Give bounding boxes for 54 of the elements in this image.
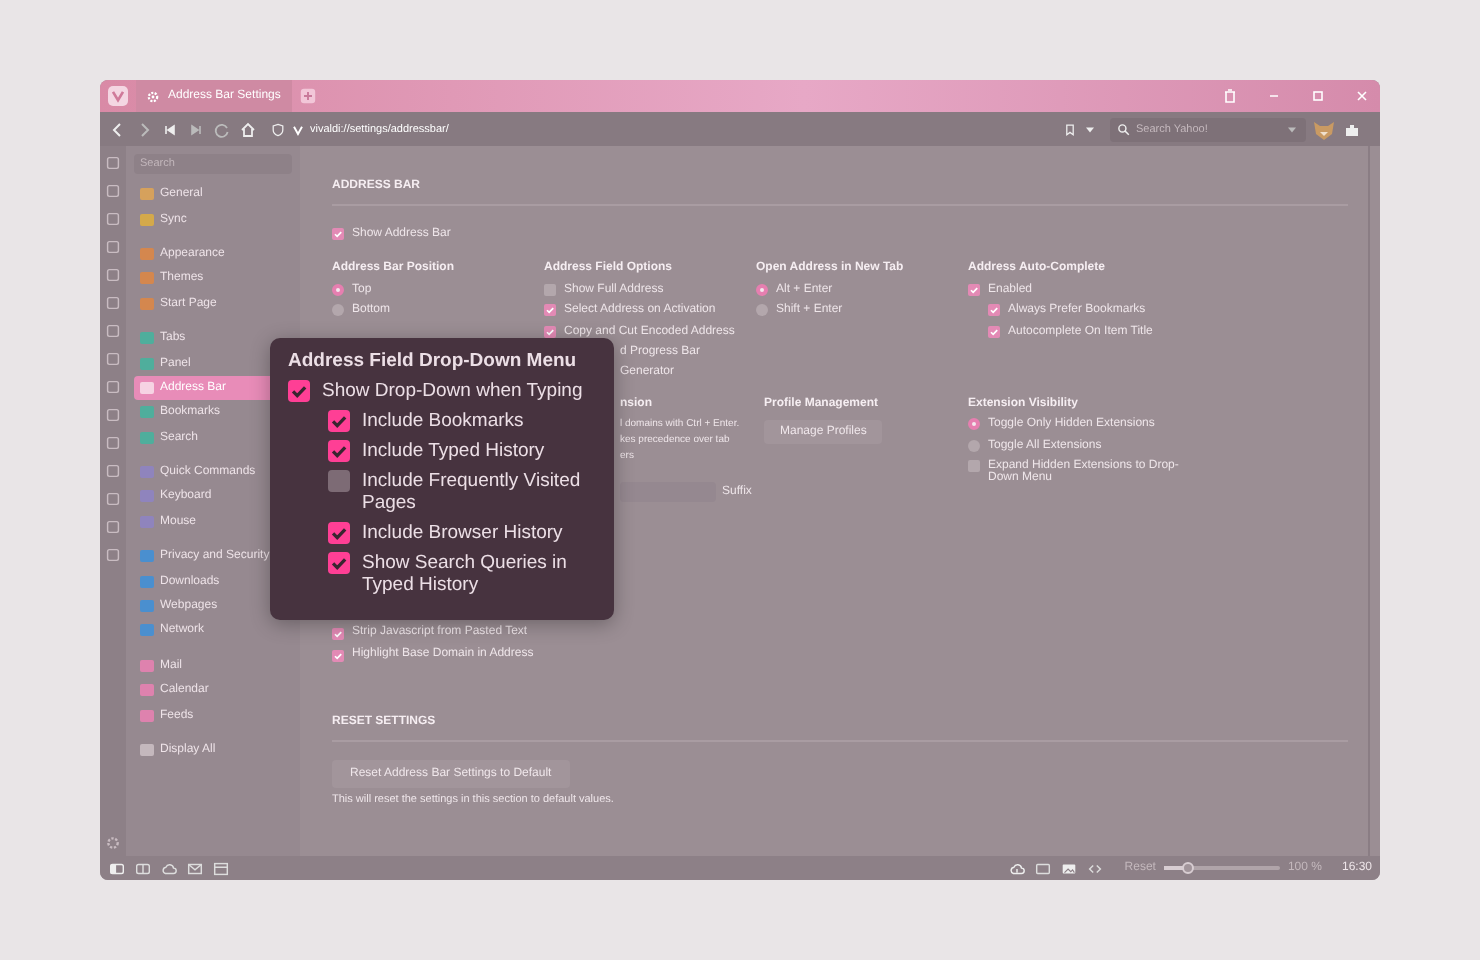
radio-button[interactable] xyxy=(332,283,344,296)
option-label: Include Browser History xyxy=(362,522,563,544)
checkbox[interactable] xyxy=(544,304,556,317)
checkbox[interactable] xyxy=(988,304,1000,317)
cloud-icon[interactable] xyxy=(160,859,178,877)
v-logo-icon xyxy=(290,121,306,137)
radio-button[interactable] xyxy=(756,283,768,296)
home-icon[interactable] xyxy=(238,119,258,139)
checkbox[interactable] xyxy=(332,628,344,640)
checkbox[interactable] xyxy=(288,380,310,402)
code-icon[interactable] xyxy=(1086,859,1105,877)
checkbox[interactable] xyxy=(328,440,350,462)
option-label: Show Drop-Down when Typing xyxy=(322,380,583,402)
checkbox[interactable] xyxy=(332,649,344,661)
search-icon xyxy=(1116,121,1132,137)
panel-toggle-icon[interactable] xyxy=(108,859,126,877)
fast-forward-icon[interactable] xyxy=(186,119,206,139)
option-label: Include Frequently Visited Pages xyxy=(362,470,583,514)
cloud-upload-icon[interactable] xyxy=(1008,859,1027,877)
option-label: Include Typed History xyxy=(362,440,545,462)
checkbox[interactable] xyxy=(332,228,344,241)
radio-button[interactable] xyxy=(756,304,768,317)
checkbox[interactable] xyxy=(544,283,556,296)
shield-icon xyxy=(270,121,286,137)
settings-icon[interactable] xyxy=(104,834,122,852)
close-icon[interactable] xyxy=(1352,86,1372,106)
radio-button[interactable] xyxy=(968,439,980,451)
checkbox[interactable] xyxy=(968,460,980,472)
checkbox[interactable] xyxy=(328,410,350,432)
reload-icon[interactable] xyxy=(212,119,232,139)
image-icon[interactable] xyxy=(1060,859,1079,877)
calendar-icon[interactable] xyxy=(212,859,230,877)
bookmark-icon[interactable] xyxy=(1062,121,1078,137)
maximize-icon[interactable] xyxy=(1308,86,1328,106)
radio-button[interactable] xyxy=(968,418,980,430)
checkbox[interactable] xyxy=(544,325,556,338)
window-icon[interactable] xyxy=(1034,859,1053,877)
checkbox[interactable] xyxy=(988,325,1000,338)
mail-icon[interactable] xyxy=(186,859,204,877)
checkbox[interactable] xyxy=(328,470,350,492)
new-tab-icon[interactable] xyxy=(300,88,316,104)
fox-avatar-icon[interactable] xyxy=(1312,117,1336,141)
radio-button[interactable] xyxy=(332,304,344,317)
checkbox[interactable] xyxy=(968,283,980,296)
checkbox[interactable] xyxy=(328,552,350,574)
tiling-icon[interactable] xyxy=(134,859,152,877)
trash-icon[interactable] xyxy=(1220,86,1240,106)
popup-title: Address Field Drop-Down Menu xyxy=(288,350,579,372)
rewind-icon[interactable] xyxy=(160,119,180,139)
settings-icon xyxy=(146,89,160,103)
option-label: Show Search Queries in Typed History xyxy=(362,552,569,596)
option-label: Include Bookmarks xyxy=(362,410,524,432)
checkbox[interactable] xyxy=(328,522,350,544)
browser-logo-icon[interactable] xyxy=(108,86,128,106)
